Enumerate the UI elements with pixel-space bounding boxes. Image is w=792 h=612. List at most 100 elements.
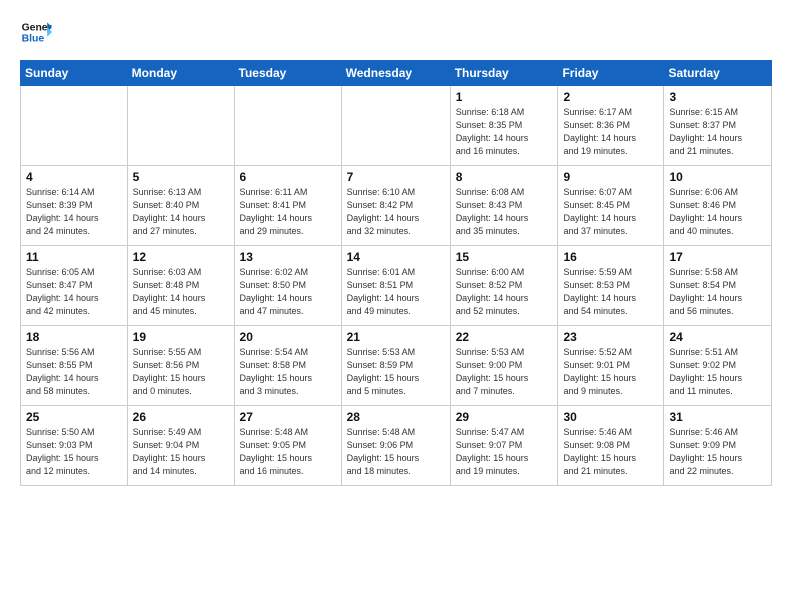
day-number: 23 [563, 330, 658, 344]
calendar-cell: 21 Sunrise: 5:53 AM Sunset: 8:59 PM Dayli… [341, 326, 450, 406]
weekday-header: Sunday [21, 61, 128, 86]
day-number: 28 [347, 410, 445, 424]
day-info: Sunrise: 5:52 AM Sunset: 9:01 PM Dayligh… [563, 346, 658, 398]
day-number: 14 [347, 250, 445, 264]
calendar-cell: 8 Sunrise: 6:08 AM Sunset: 8:43 PM Daylig… [450, 166, 558, 246]
weekday-header: Saturday [664, 61, 772, 86]
calendar-cell: 16 Sunrise: 5:59 AM Sunset: 8:53 PM Dayli… [558, 246, 664, 326]
day-info: Sunrise: 5:53 AM Sunset: 9:00 PM Dayligh… [456, 346, 553, 398]
day-info: Sunrise: 5:51 AM Sunset: 9:02 PM Dayligh… [669, 346, 766, 398]
weekday-header: Friday [558, 61, 664, 86]
calendar-cell: 18 Sunrise: 5:56 AM Sunset: 8:55 PM Dayli… [21, 326, 128, 406]
day-number: 24 [669, 330, 766, 344]
weekday-header: Wednesday [341, 61, 450, 86]
calendar-cell [341, 86, 450, 166]
calendar-cell: 28 Sunrise: 5:48 AM Sunset: 9:06 PM Dayli… [341, 406, 450, 486]
week-row: 25 Sunrise: 5:50 AM Sunset: 9:03 PM Dayli… [21, 406, 772, 486]
day-number: 4 [26, 170, 122, 184]
day-info: Sunrise: 6:05 AM Sunset: 8:47 PM Dayligh… [26, 266, 122, 318]
day-info: Sunrise: 6:15 AM Sunset: 8:37 PM Dayligh… [669, 106, 766, 158]
day-number: 3 [669, 90, 766, 104]
day-number: 18 [26, 330, 122, 344]
weekday-header: Monday [127, 61, 234, 86]
day-info: Sunrise: 6:07 AM Sunset: 8:45 PM Dayligh… [563, 186, 658, 238]
calendar-cell: 29 Sunrise: 5:47 AM Sunset: 9:07 PM Dayli… [450, 406, 558, 486]
calendar-cell: 4 Sunrise: 6:14 AM Sunset: 8:39 PM Daylig… [21, 166, 128, 246]
calendar-cell: 20 Sunrise: 5:54 AM Sunset: 8:58 PM Dayli… [234, 326, 341, 406]
day-info: Sunrise: 6:03 AM Sunset: 8:48 PM Dayligh… [133, 266, 229, 318]
day-info: Sunrise: 6:18 AM Sunset: 8:35 PM Dayligh… [456, 106, 553, 158]
day-number: 31 [669, 410, 766, 424]
day-info: Sunrise: 5:48 AM Sunset: 9:05 PM Dayligh… [240, 426, 336, 478]
calendar-cell: 11Sunrise: 6:05 AM Sunset: 8:47 PM Dayli… [21, 246, 128, 326]
day-info: Sunrise: 5:58 AM Sunset: 8:54 PM Dayligh… [669, 266, 766, 318]
day-info: Sunrise: 6:14 AM Sunset: 8:39 PM Dayligh… [26, 186, 122, 238]
day-info: Sunrise: 5:59 AM Sunset: 8:53 PM Dayligh… [563, 266, 658, 318]
day-number: 7 [347, 170, 445, 184]
day-number: 19 [133, 330, 229, 344]
day-number: 13 [240, 250, 336, 264]
day-info: Sunrise: 6:08 AM Sunset: 8:43 PM Dayligh… [456, 186, 553, 238]
day-number: 17 [669, 250, 766, 264]
day-number: 5 [133, 170, 229, 184]
calendar-cell: 25 Sunrise: 5:50 AM Sunset: 9:03 PM Dayli… [21, 406, 128, 486]
svg-text:Blue: Blue [22, 34, 45, 45]
calendar-cell: 22 Sunrise: 5:53 AM Sunset: 9:00 PM Dayli… [450, 326, 558, 406]
day-info: Sunrise: 5:48 AM Sunset: 9:06 PM Dayligh… [347, 426, 445, 478]
calendar-cell: 2 Sunrise: 6:17 AM Sunset: 8:36 PM Daylig… [558, 86, 664, 166]
logo: General Blue [20, 16, 52, 48]
calendar-cell: 26Sunrise: 5:49 AM Sunset: 9:04 PM Dayli… [127, 406, 234, 486]
day-info: Sunrise: 5:46 AM Sunset: 9:08 PM Dayligh… [563, 426, 658, 478]
logo-icon: General Blue [20, 16, 52, 48]
calendar-cell: 31Sunrise: 5:46 AM Sunset: 9:09 PM Dayli… [664, 406, 772, 486]
calendar-cell: 17 Sunrise: 5:58 AM Sunset: 8:54 PM Dayli… [664, 246, 772, 326]
day-number: 16 [563, 250, 658, 264]
week-row: 4 Sunrise: 6:14 AM Sunset: 8:39 PM Daylig… [21, 166, 772, 246]
day-info: Sunrise: 5:53 AM Sunset: 8:59 PM Dayligh… [347, 346, 445, 398]
day-number: 27 [240, 410, 336, 424]
day-info: Sunrise: 6:17 AM Sunset: 8:36 PM Dayligh… [563, 106, 658, 158]
calendar-cell [234, 86, 341, 166]
calendar-cell: 10 Sunrise: 6:06 AM Sunset: 8:46 PM Dayli… [664, 166, 772, 246]
day-number: 10 [669, 170, 766, 184]
weekday-header: Tuesday [234, 61, 341, 86]
day-info: Sunrise: 5:54 AM Sunset: 8:58 PM Dayligh… [240, 346, 336, 398]
calendar-cell [127, 86, 234, 166]
day-number: 8 [456, 170, 553, 184]
day-info: Sunrise: 6:11 AM Sunset: 8:41 PM Dayligh… [240, 186, 336, 238]
day-info: Sunrise: 6:02 AM Sunset: 8:50 PM Dayligh… [240, 266, 336, 318]
day-info: Sunrise: 5:49 AM Sunset: 9:04 PM Dayligh… [133, 426, 229, 478]
calendar-cell: 3 Sunrise: 6:15 AM Sunset: 8:37 PM Daylig… [664, 86, 772, 166]
calendar-cell: 7 Sunrise: 6:10 AM Sunset: 8:42 PM Daylig… [341, 166, 450, 246]
day-info: Sunrise: 6:06 AM Sunset: 8:46 PM Dayligh… [669, 186, 766, 238]
calendar-cell: 19Sunrise: 5:55 AM Sunset: 8:56 PM Dayli… [127, 326, 234, 406]
day-info: Sunrise: 6:10 AM Sunset: 8:42 PM Dayligh… [347, 186, 445, 238]
day-number: 9 [563, 170, 658, 184]
page: General Blue SundayMondayTuesdayWednesda… [0, 0, 792, 612]
calendar-cell: 1 Sunrise: 6:18 AM Sunset: 8:35 PM Daylig… [450, 86, 558, 166]
week-row: 1 Sunrise: 6:18 AM Sunset: 8:35 PM Daylig… [21, 86, 772, 166]
day-number: 21 [347, 330, 445, 344]
day-number: 29 [456, 410, 553, 424]
week-row: 18 Sunrise: 5:56 AM Sunset: 8:55 PM Dayli… [21, 326, 772, 406]
calendar-cell: 30Sunrise: 5:46 AM Sunset: 9:08 PM Dayli… [558, 406, 664, 486]
day-number: 15 [456, 250, 553, 264]
day-number: 25 [26, 410, 122, 424]
day-info: Sunrise: 6:00 AM Sunset: 8:52 PM Dayligh… [456, 266, 553, 318]
day-number: 2 [563, 90, 658, 104]
calendar-cell: 24 Sunrise: 5:51 AM Sunset: 9:02 PM Dayli… [664, 326, 772, 406]
day-number: 20 [240, 330, 336, 344]
calendar: SundayMondayTuesdayWednesdayThursdayFrid… [20, 60, 772, 486]
calendar-cell: 5Sunrise: 6:13 AM Sunset: 8:40 PM Daylig… [127, 166, 234, 246]
day-info: Sunrise: 5:56 AM Sunset: 8:55 PM Dayligh… [26, 346, 122, 398]
calendar-cell: 23 Sunrise: 5:52 AM Sunset: 9:01 PM Dayli… [558, 326, 664, 406]
day-number: 22 [456, 330, 553, 344]
calendar-cell: 14Sunrise: 6:01 AM Sunset: 8:51 PM Dayli… [341, 246, 450, 326]
day-number: 1 [456, 90, 553, 104]
weekday-header: Thursday [450, 61, 558, 86]
calendar-cell: 13 Sunrise: 6:02 AM Sunset: 8:50 PM Dayli… [234, 246, 341, 326]
day-info: Sunrise: 5:47 AM Sunset: 9:07 PM Dayligh… [456, 426, 553, 478]
day-number: 12 [133, 250, 229, 264]
day-info: Sunrise: 5:50 AM Sunset: 9:03 PM Dayligh… [26, 426, 122, 478]
calendar-cell [21, 86, 128, 166]
